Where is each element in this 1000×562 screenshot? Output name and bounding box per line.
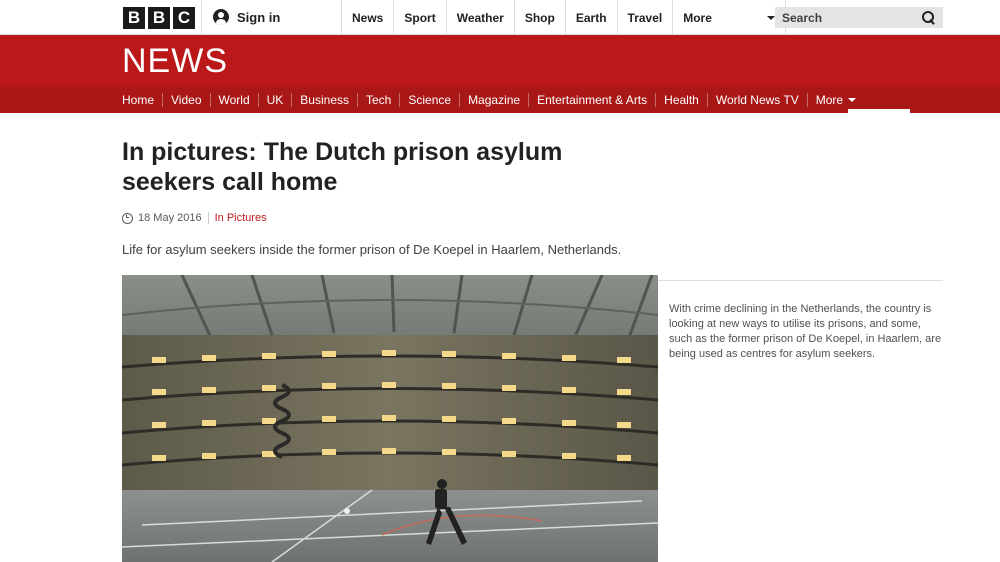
subnav-more[interactable]: More: [806, 93, 864, 107]
divider: [207, 212, 209, 224]
divider: [658, 280, 943, 281]
prison-photo[interactable]: [122, 275, 658, 562]
global-nav-more[interactable]: More: [672, 0, 787, 35]
subnav-home[interactable]: Home: [114, 93, 162, 107]
bbc-logo-letter: B: [123, 7, 145, 29]
bbc-logo[interactable]: B B C: [123, 7, 195, 29]
global-nav-news[interactable]: News: [341, 0, 393, 35]
active-tab-indicator: [848, 109, 910, 113]
photo-caption: With crime declining in the Netherlands,…: [669, 303, 942, 360]
subnav-health[interactable]: Health: [655, 93, 707, 107]
clock-icon: [122, 212, 133, 224]
global-nav-travel[interactable]: Travel: [616, 0, 673, 35]
subnav-entertainment[interactable]: Entertainment & Arts: [528, 93, 655, 107]
sign-in-label: Sign in: [237, 9, 281, 25]
search-box[interactable]: Search: [775, 7, 943, 28]
article-date: 18 May 2016: [138, 212, 202, 224]
subnav-business[interactable]: Business: [291, 93, 357, 107]
user-icon: [213, 9, 229, 25]
search-label: Search: [782, 10, 823, 25]
subnav-world[interactable]: World: [209, 93, 258, 107]
news-title[interactable]: NEWS: [122, 42, 228, 81]
subnav-more-label: More: [815, 93, 844, 107]
bbc-global-bar: B B C Sign in News Sport Weather Shop Ea…: [0, 0, 1000, 35]
article-meta: 18 May 2016 In Pictures: [122, 212, 267, 224]
global-nav-more-label: More: [683, 10, 712, 25]
global-nav-earth[interactable]: Earth: [564, 0, 617, 35]
global-nav-shop[interactable]: Shop: [513, 0, 565, 35]
article-summary: Life for asylum seekers inside the forme…: [122, 242, 622, 257]
subnav-world-news-tv[interactable]: World News TV: [706, 93, 807, 107]
search-icon[interactable]: [922, 10, 936, 25]
bbc-logo-letter: C: [173, 7, 195, 29]
subnav-magazine[interactable]: Magazine: [459, 93, 528, 107]
global-nav-sport[interactable]: Sport: [393, 0, 445, 35]
subnav-tech[interactable]: Tech: [357, 93, 399, 107]
global-nav: News Sport Weather Shop Earth Travel Mor…: [341, 0, 787, 35]
section-link[interactable]: In Pictures: [215, 212, 267, 224]
subnav-science[interactable]: Science: [399, 93, 459, 107]
subnav-uk[interactable]: UK: [257, 93, 292, 107]
subnav-video[interactable]: Video: [162, 93, 209, 107]
divider: [201, 0, 202, 35]
bbc-logo-letter: B: [148, 7, 170, 29]
global-nav-weather[interactable]: Weather: [445, 0, 514, 35]
prison-interior-image: [122, 275, 658, 562]
chevron-down-icon: [848, 98, 857, 102]
sign-in-link[interactable]: Sign in: [213, 9, 280, 25]
news-header: NEWS Home Video World UK Business Tech S…: [0, 35, 1000, 113]
article-headline: In pictures: The Dutch prison asylum see…: [122, 138, 563, 196]
